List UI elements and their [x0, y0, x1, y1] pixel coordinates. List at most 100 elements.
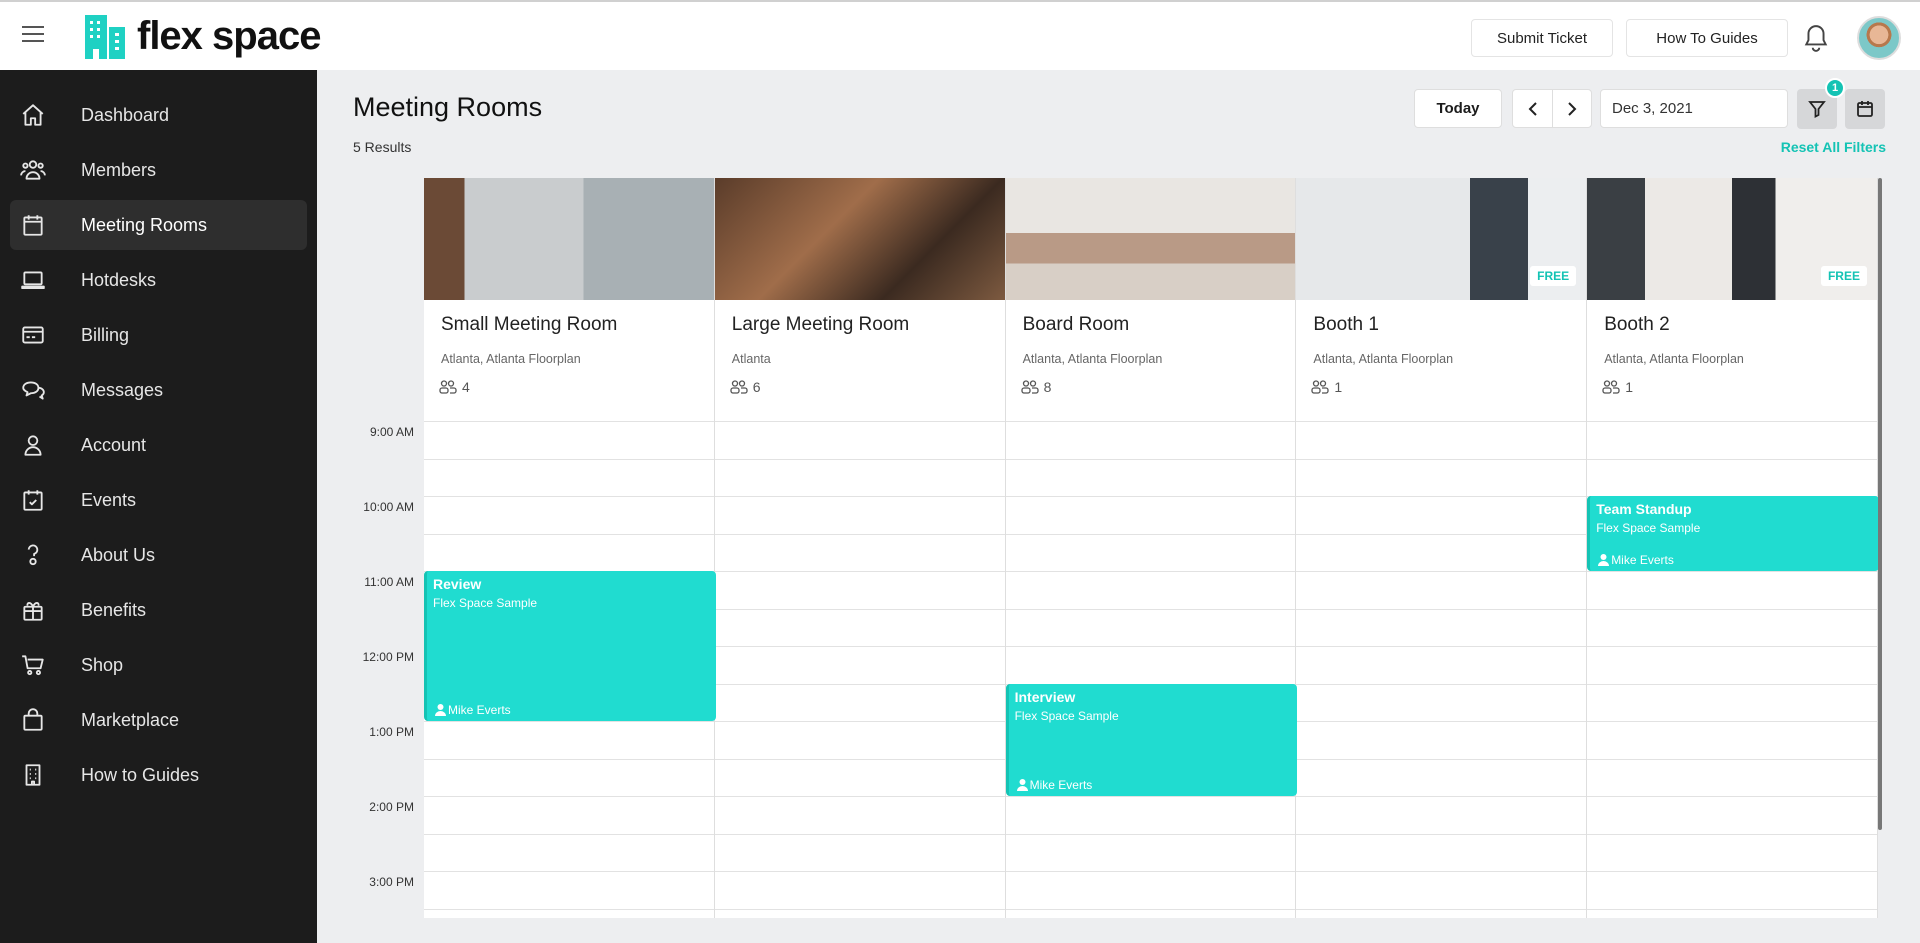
- room-name[interactable]: Large Meeting Room: [732, 314, 909, 336]
- time-slot[interactable]: [714, 458, 1005, 460]
- time-slot[interactable]: [714, 421, 1005, 422]
- sidebar-item-shop[interactable]: Shop: [10, 640, 307, 690]
- sidebar-item-members[interactable]: Members: [10, 145, 307, 195]
- time-slot[interactable]: [1296, 421, 1587, 422]
- sidebar-item-billing[interactable]: Billing: [10, 310, 307, 360]
- time-slot[interactable]: [1296, 646, 1587, 647]
- room-name[interactable]: Board Room: [1023, 314, 1130, 336]
- time-slot[interactable]: [424, 533, 714, 535]
- date-input[interactable]: Dec 3, 2021: [1600, 89, 1788, 128]
- room-photo[interactable]: FREE: [1296, 178, 1587, 300]
- today-button[interactable]: Today: [1414, 89, 1502, 128]
- room-name[interactable]: Small Meeting Room: [441, 314, 617, 336]
- time-slot[interactable]: [714, 496, 1005, 497]
- time-slot[interactable]: [424, 758, 714, 760]
- time-slot[interactable]: [1296, 758, 1587, 760]
- time-slot[interactable]: [714, 796, 1005, 797]
- time-slot[interactable]: [1296, 683, 1587, 685]
- bell-icon[interactable]: [1803, 24, 1829, 52]
- time-slot[interactable]: [424, 421, 714, 422]
- time-slot[interactable]: [714, 908, 1005, 910]
- time-slot[interactable]: [1005, 908, 1296, 910]
- time-slot[interactable]: [714, 571, 1005, 572]
- submit-ticket-button[interactable]: Submit Ticket: [1471, 19, 1613, 57]
- room-name[interactable]: Booth 2: [1604, 314, 1670, 336]
- time-slot[interactable]: [1005, 646, 1296, 647]
- time-slot[interactable]: [714, 833, 1005, 835]
- time-slot[interactable]: [1587, 421, 1877, 422]
- time-slot[interactable]: [1005, 871, 1296, 872]
- room-photo[interactable]: [1005, 178, 1296, 300]
- room-name[interactable]: Booth 1: [1313, 314, 1379, 336]
- calendar-button[interactable]: [1845, 89, 1885, 129]
- time-slot[interactable]: [1587, 571, 1877, 572]
- time-slot[interactable]: [1296, 608, 1587, 610]
- time-slot[interactable]: [1296, 533, 1587, 535]
- time-slot[interactable]: [1296, 796, 1587, 797]
- sidebar-item-dashboard[interactable]: Dashboard: [10, 90, 307, 140]
- time-slot[interactable]: [1005, 796, 1296, 797]
- time-slot[interactable]: [1296, 458, 1587, 460]
- sidebar-item-hotdesks[interactable]: Hotdesks: [10, 255, 307, 305]
- sidebar-item-account[interactable]: Account: [10, 420, 307, 470]
- time-slot[interactable]: [1005, 533, 1296, 535]
- time-slot[interactable]: [714, 871, 1005, 872]
- time-slot[interactable]: [1005, 571, 1296, 572]
- sidebar-item-about-us[interactable]: About Us: [10, 530, 307, 580]
- room-photo[interactable]: [424, 178, 714, 300]
- reset-all-filters-link[interactable]: Reset All Filters: [1781, 139, 1886, 155]
- time-slot[interactable]: [714, 533, 1005, 535]
- sidebar-item-meeting-rooms[interactable]: Meeting Rooms: [10, 200, 307, 250]
- time-slot[interactable]: [424, 721, 714, 722]
- time-slot[interactable]: [1296, 833, 1587, 835]
- time-slot[interactable]: [1587, 721, 1877, 722]
- time-slot[interactable]: [714, 608, 1005, 610]
- sidebar-item-marketplace[interactable]: Marketplace: [10, 695, 307, 745]
- time-slot[interactable]: [714, 721, 1005, 722]
- booking-event[interactable]: Interview Flex Space Sample Mike Everts: [1005, 683, 1298, 796]
- menu-icon[interactable]: [22, 26, 44, 44]
- sidebar-item-events[interactable]: Events: [10, 475, 307, 525]
- time-slot[interactable]: [1296, 908, 1587, 910]
- logo[interactable]: flex space: [83, 13, 321, 59]
- time-slot[interactable]: [1587, 458, 1877, 460]
- time-slot[interactable]: [714, 758, 1005, 760]
- time-slot[interactable]: [424, 833, 714, 835]
- time-slot[interactable]: [1587, 758, 1877, 760]
- sidebar-item-benefits[interactable]: Benefits: [10, 585, 307, 635]
- time-slot[interactable]: [714, 646, 1005, 647]
- time-slot[interactable]: [1587, 683, 1877, 685]
- room-photo[interactable]: FREE: [1587, 178, 1877, 300]
- next-day-button[interactable]: [1552, 89, 1592, 128]
- booking-event[interactable]: Team Standup Flex Space Sample Mike Everts: [1587, 496, 1878, 571]
- sidebar-item-messages[interactable]: Messages: [10, 365, 307, 415]
- time-slot[interactable]: [1587, 796, 1877, 797]
- time-slot[interactable]: [424, 496, 714, 497]
- time-slot[interactable]: [1005, 421, 1296, 422]
- time-slot[interactable]: [1587, 646, 1877, 647]
- how-to-guides-button[interactable]: How To Guides: [1626, 19, 1788, 57]
- time-slot[interactable]: [1005, 458, 1296, 460]
- time-slot[interactable]: [1005, 608, 1296, 610]
- time-slot[interactable]: [1296, 571, 1587, 572]
- time-slot[interactable]: [424, 458, 714, 460]
- time-slot[interactable]: [1005, 496, 1296, 497]
- time-slot[interactable]: [1587, 833, 1877, 835]
- time-slot[interactable]: [1587, 908, 1877, 910]
- sidebar-item-how-to-guides[interactable]: How to Guides: [10, 750, 307, 800]
- time-slot[interactable]: [1296, 721, 1587, 722]
- prev-day-button[interactable]: [1512, 89, 1553, 128]
- time-slot[interactable]: [1296, 871, 1587, 872]
- room-photo[interactable]: [714, 178, 1005, 300]
- time-slot[interactable]: [1296, 496, 1587, 497]
- booking-event[interactable]: Review Flex Space Sample Mike Everts: [424, 571, 716, 721]
- time-slot[interactable]: [424, 796, 714, 797]
- time-slot[interactable]: [1587, 871, 1877, 872]
- time-slot[interactable]: [1587, 608, 1877, 610]
- time-slot[interactable]: [714, 683, 1005, 685]
- time-slot[interactable]: [1005, 833, 1296, 835]
- scrollbar[interactable]: [1878, 178, 1882, 830]
- time-slot[interactable]: [424, 871, 714, 872]
- time-slot[interactable]: [424, 908, 714, 910]
- avatar[interactable]: [1857, 16, 1901, 60]
